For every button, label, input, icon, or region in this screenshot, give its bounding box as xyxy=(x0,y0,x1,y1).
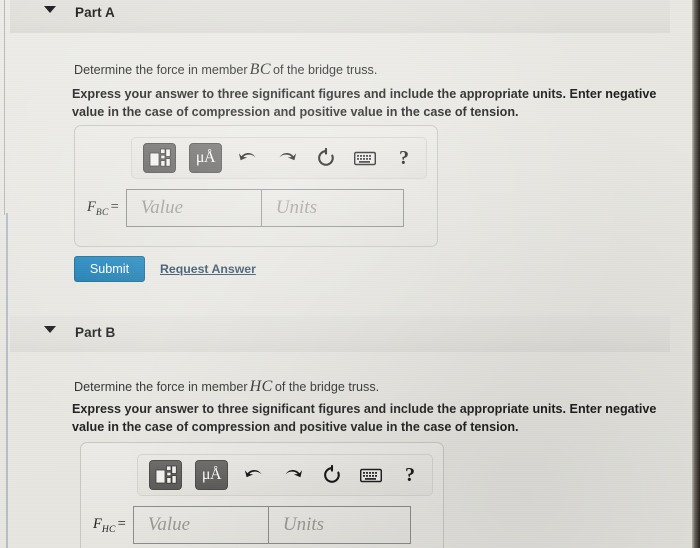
part-a-question-prefix: Determine the force in member xyxy=(74,63,248,77)
page-left-border-lower xyxy=(6,213,8,548)
screen-right-bezel xyxy=(692,0,700,548)
part-b-value-input[interactable]: Value xyxy=(132,506,269,544)
part-b-field-label-base: F xyxy=(93,515,102,532)
part-b-units-input[interactable]: Units xyxy=(268,506,411,544)
undo-arrow-icon[interactable] xyxy=(235,145,261,171)
part-a-question: Determine the force in member BC of the br… xyxy=(74,59,377,81)
part-a-field-label-base: F xyxy=(87,198,96,215)
caret-down-icon[interactable] xyxy=(44,326,56,333)
part-b-instruction-line-1: Express your answer to three significant… xyxy=(72,402,657,416)
part-b-answer-fields: FHC = Value Units xyxy=(93,506,411,544)
keyboard-icon[interactable] xyxy=(358,462,384,488)
part-a-instructions: Express your answer to three significant… xyxy=(72,86,682,122)
question-mark-icon[interactable]: ? xyxy=(391,145,417,171)
part-a-value-placeholder: Value xyxy=(140,197,184,218)
undo-arrow-icon[interactable] xyxy=(241,462,267,488)
help-label: ? xyxy=(405,464,415,486)
caret-down-icon[interactable] xyxy=(44,6,56,13)
part-a-field-label-equals: = xyxy=(110,198,119,215)
part-a-answer-fields: FBC = Value Units xyxy=(87,189,404,227)
keyboard-icon[interactable] xyxy=(352,145,378,171)
part-a-question-suffix: of the bridge truss. xyxy=(273,63,378,77)
part-a-field-label: FBC = xyxy=(87,199,119,218)
part-b-question-prefix: Determine the force in member xyxy=(74,380,248,394)
part-b-member-variable: HC xyxy=(249,378,273,395)
part-a-title: Part A xyxy=(75,5,115,20)
part-b-value-placeholder: Value xyxy=(147,514,191,535)
part-b-field-label-equals: = xyxy=(117,515,126,532)
part-b-instructions: Express your answer to three significant… xyxy=(72,401,682,437)
part-a-request-answer-link[interactable]: Request Answer xyxy=(160,262,256,276)
micro-angstrom-units-icon[interactable]: μÅ xyxy=(189,143,222,173)
part-b-header[interactable]: Part B xyxy=(10,316,670,352)
part-b-title: Part B xyxy=(75,325,116,340)
math-template-icon[interactable] xyxy=(143,143,176,173)
part-a-submit-label: Submit xyxy=(89,262,130,276)
redo-arrow-icon[interactable] xyxy=(280,462,306,488)
reset-circle-icon[interactable] xyxy=(313,145,339,171)
part-a-instruction-line-1: Express your answer to three significant… xyxy=(72,87,657,101)
part-a-units-placeholder: Units xyxy=(275,197,317,218)
part-a-header[interactable]: Part A xyxy=(10,0,670,33)
part-a-equation-toolbar: μÅ ? xyxy=(131,137,427,179)
part-a-submit-button[interactable]: Submit xyxy=(74,256,145,282)
micro-angstrom-label: μÅ xyxy=(201,466,222,483)
question-mark-icon[interactable]: ? xyxy=(397,462,423,488)
help-label: ? xyxy=(399,147,409,169)
part-b-question: Determine the force in member HC of the br… xyxy=(74,376,379,398)
part-b-instruction-line-2: value in the case of compression and pos… xyxy=(72,419,519,434)
part-b-answer-box: μÅ ? FHC = Value Units xyxy=(80,442,444,548)
part-a-member-variable: BC xyxy=(249,61,272,78)
part-b-equation-toolbar: μÅ ? xyxy=(137,454,433,496)
part-b-field-label: FHC = xyxy=(93,516,126,535)
part-b-field-label-sub: HC xyxy=(101,524,116,535)
micro-angstrom-units-icon[interactable]: μÅ xyxy=(195,460,228,490)
part-a-value-input[interactable]: Value xyxy=(125,189,262,227)
page-left-border-upper xyxy=(4,0,5,215)
redo-arrow-icon[interactable] xyxy=(274,145,300,171)
part-a-units-input[interactable]: Units xyxy=(261,189,404,227)
part-a-instruction-line-2: value in the case of compression and pos… xyxy=(72,104,519,119)
assignment-screen: Part A Determine the force in member BC of… xyxy=(0,0,700,548)
reset-circle-icon[interactable] xyxy=(319,462,345,488)
part-b-question-suffix: of the bridge truss. xyxy=(274,380,380,394)
micro-angstrom-label: μÅ xyxy=(195,149,216,166)
part-b-units-placeholder: Units xyxy=(282,514,325,535)
part-a-field-label-sub: BC xyxy=(95,207,109,218)
math-template-icon[interactable] xyxy=(149,460,182,490)
part-a-answer-box: μÅ ? FBC = Value Units xyxy=(74,125,438,247)
part-a-request-answer-label: Request Answer xyxy=(160,262,256,276)
